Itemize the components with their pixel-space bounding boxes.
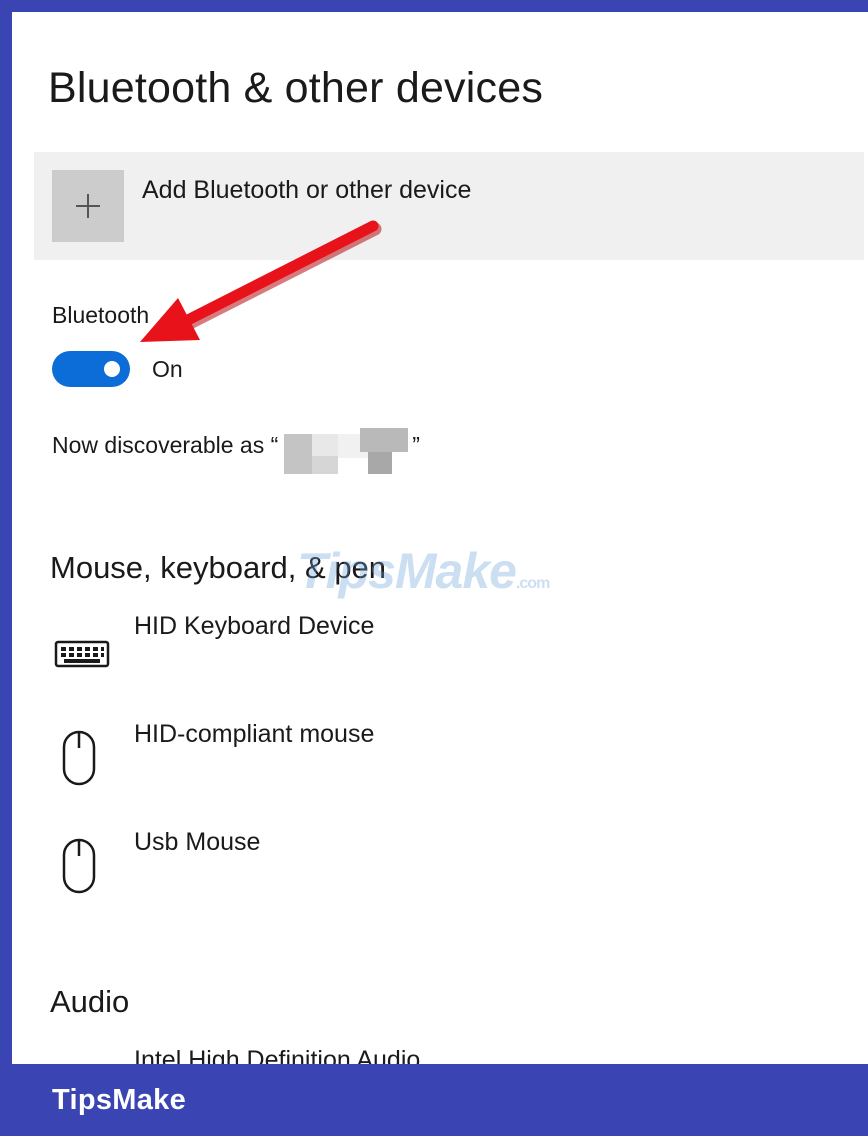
- device-intel-audio[interactable]: Intel High Definition Audio: [50, 1046, 750, 1064]
- watermark-suffix: .com: [515, 575, 550, 592]
- add-device-button[interactable]: Add Bluetooth or other device: [34, 152, 864, 260]
- device-name: HID-compliant mouse: [134, 720, 375, 748]
- discoverable-status: Now discoverable as “ ”: [52, 428, 420, 478]
- device-name: Usb Mouse: [134, 828, 261, 856]
- device-hid-keyboard[interactable]: HID Keyboard Device: [50, 612, 750, 708]
- audio-heading: Audio: [50, 984, 130, 1019]
- device-name: HID Keyboard Device: [134, 612, 375, 640]
- bluetooth-toggle[interactable]: [52, 351, 130, 387]
- device-name: Intel High Definition Audio: [134, 1046, 421, 1064]
- device-hid-mouse[interactable]: HID-compliant mouse: [50, 720, 750, 816]
- plus-icon: [76, 194, 100, 218]
- bluetooth-state-label: On: [152, 356, 183, 382]
- speaker-icon: [50, 1052, 114, 1064]
- keyboard-icon: [54, 640, 110, 668]
- discoverable-suffix: ”: [412, 432, 420, 458]
- redacted-device-name: [284, 428, 409, 474]
- page-title: Bluetooth & other devices: [48, 64, 544, 112]
- add-device-tile: [52, 170, 124, 242]
- input-devices-heading: Mouse, keyboard, & pen: [50, 550, 387, 585]
- footer-bar: TipsMake: [0, 1064, 868, 1136]
- bluetooth-label: Bluetooth: [52, 302, 150, 328]
- toggle-knob: [104, 361, 120, 377]
- mouse-icon: [62, 838, 96, 894]
- add-device-label: Add Bluetooth or other device: [142, 176, 472, 204]
- mouse-icon: [62, 730, 96, 786]
- discoverable-prefix: Now discoverable as “: [52, 432, 279, 458]
- device-usb-mouse[interactable]: Usb Mouse: [50, 828, 750, 924]
- settings-panel: Bluetooth & other devices Add Bluetooth …: [12, 12, 868, 1064]
- footer-brand-logo: TipsMake: [52, 1084, 187, 1116]
